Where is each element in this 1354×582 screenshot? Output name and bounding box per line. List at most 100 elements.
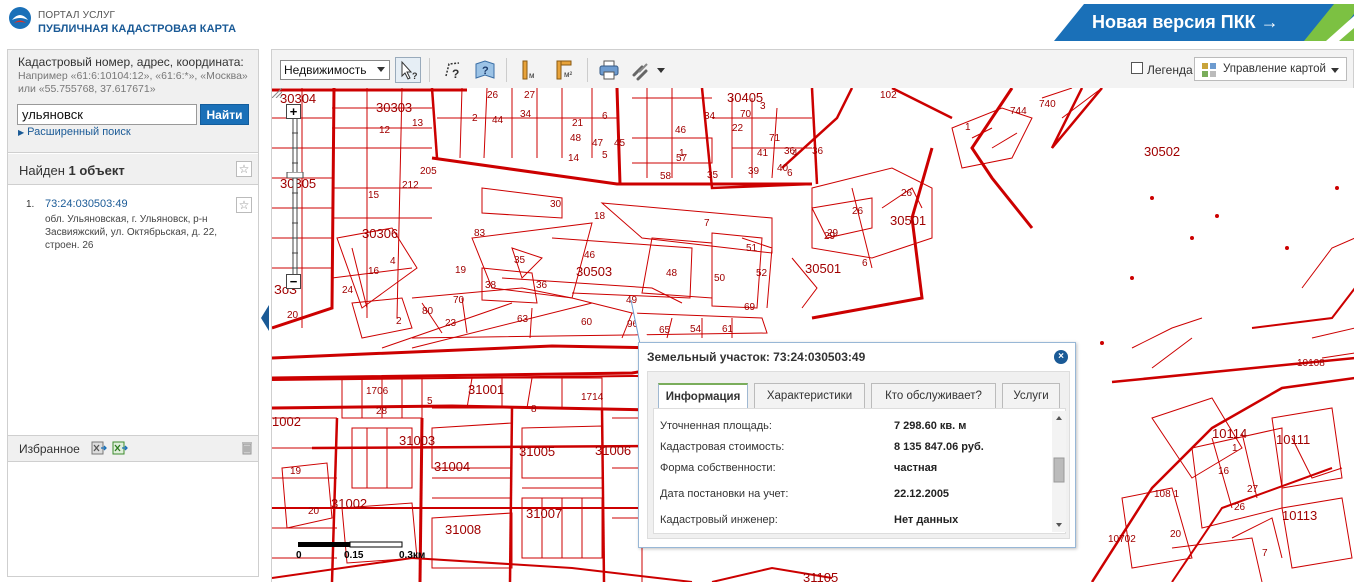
map-label[interactable]: 12 [379,125,390,136]
map-label[interactable]: 27 [524,90,535,101]
map-label[interactable]: 38 [485,280,496,291]
map-label[interactable]: 31006 [595,443,631,458]
find-button[interactable]: Найти [200,104,249,125]
tab-information[interactable]: Информация [658,383,748,409]
map-label[interactable]: 36 [536,280,547,291]
map-label[interactable]: 2 [396,316,402,327]
map-label[interactable]: 30303 [376,100,412,115]
map-label[interactable]: 46 [675,125,686,136]
map-label[interactable]: 22 [732,123,743,134]
map-label[interactable]: 19 [455,265,466,276]
map-label[interactable]: 30503 [576,264,612,279]
print-button[interactable] [596,57,622,83]
identify-tool-button[interactable]: ? [395,57,421,83]
area-question-button[interactable]: ? [440,57,466,83]
map-label[interactable]: 2 [472,113,478,124]
zoom-slider-handle[interactable] [286,172,304,178]
map-label[interactable]: 69 [744,302,755,313]
map-label[interactable]: 10114 [1212,426,1247,441]
map-label[interactable]: 80 [422,306,433,317]
portal-logo-icon[interactable] [8,6,32,30]
map-label[interactable]: 51 [746,243,757,254]
map-label[interactable]: 30306 [362,226,398,241]
advanced-search-label[interactable]: Расширенный поиск [27,126,131,138]
map-label[interactable]: 31003 [399,433,435,448]
map-label[interactable]: 71 [769,133,780,144]
map-label[interactable]: 52 [756,268,767,279]
close-icon[interactable]: × [1054,350,1068,364]
map-label[interactable]: 4 [390,256,396,267]
map-label[interactable]: 44 [492,115,503,126]
map-label[interactable]: 102 [880,90,897,101]
map-label[interactable]: 27 [1247,484,1258,495]
map-label[interactable]: 10108 [1297,358,1325,369]
map-label[interactable]: 20 [308,506,319,517]
map-label[interactable]: 6 [602,111,608,122]
star-icon[interactable]: ☆ [236,161,252,177]
map-label[interactable]: 8 [531,404,537,415]
map-label[interactable]: 60 [581,317,592,328]
map-label[interactable]: 31008 [445,522,481,537]
map-label[interactable]: 70 [453,295,464,306]
map-label[interactable]: 7 [1262,548,1268,559]
map-label[interactable]: 5 [427,396,433,407]
map-label[interactable]: 23 [445,318,456,329]
link-button[interactable] [628,57,668,83]
map-label[interactable]: 83 [474,228,485,239]
map-label[interactable]: 35 [514,255,525,266]
portal-subtitle[interactable]: ПУБЛИЧНАЯ КАДАСТРОВАЯ КАРТА [38,23,236,35]
advanced-search-link[interactable]: ▶ Расширенный поиск [18,126,131,138]
measure-area-button[interactable]: м² [552,57,578,83]
map-label[interactable]: 29 [827,228,838,239]
map-label[interactable]: 28 [376,406,387,417]
map-label[interactable]: 21 [572,118,583,129]
map-label[interactable]: 20 [1170,529,1181,540]
map-label[interactable]: 63 [517,314,528,325]
map-label[interactable]: 3 [760,101,766,112]
map-label[interactable]: 34 [704,111,715,122]
map-label[interactable]: 65 [659,325,670,336]
map-label[interactable]: 5 [602,150,608,161]
map-label[interactable]: 31001 [468,382,504,397]
map-label[interactable]: 26 [852,206,863,217]
map-label[interactable]: 30502 [1144,144,1180,159]
map-label[interactable]: 35 [707,170,718,181]
map-label[interactable]: 30501 [890,213,926,228]
map-label[interactable]: 10702 [1108,534,1136,545]
map-control-dropdown[interactable]: Управление картой [1194,57,1347,81]
map-label[interactable]: 10113 [1282,508,1317,523]
map-label[interactable]: 58 [660,171,671,182]
map-label[interactable]: 1 [1232,443,1238,454]
map-label[interactable]: 1002 [272,414,301,429]
legend-label[interactable]: Легенда [1147,63,1193,77]
map-label[interactable]: 46 [584,250,595,261]
resize-grip-icon[interactable] [272,88,282,98]
map-label[interactable]: 15 [368,190,379,201]
map-label[interactable]: 16 [1218,466,1229,477]
map-label[interactable]: 31004 [434,459,470,474]
map-label[interactable]: 740 [1039,99,1056,110]
map-label[interactable]: 31005 [519,444,555,459]
map-label[interactable]: 10111 [1276,432,1310,447]
map-label[interactable]: 19 [290,466,301,477]
map-label[interactable]: 1 [965,122,971,133]
map-label[interactable]: 18 [594,211,605,222]
tab-characteristics[interactable]: Характеристики [754,383,865,408]
portal-title[interactable]: ПОРТАЛ УСЛУГ [38,10,115,21]
map-label[interactable]: 13 [412,118,423,129]
trash-icon[interactable] [241,441,253,455]
map-label[interactable]: 36 [812,146,823,157]
measure-distance-button[interactable]: м [517,57,543,83]
map-label[interactable]: 7 [704,218,710,229]
map-label[interactable]: 50 [714,273,725,284]
zoom-in-button[interactable]: + [286,104,301,119]
result-link[interactable]: 73:24:030503:49 [45,198,128,210]
map-label[interactable]: 61 [722,324,733,335]
map-label[interactable]: 1714 [581,392,603,403]
zoom-out-button[interactable]: − [286,274,301,289]
info-button[interactable]: ? [472,57,498,83]
map-label[interactable]: 31002 [331,496,367,511]
map-label[interactable]: 1706 [366,386,388,397]
map-label[interactable]: 48 [570,133,581,144]
map-label[interactable]: 30 [550,199,561,210]
